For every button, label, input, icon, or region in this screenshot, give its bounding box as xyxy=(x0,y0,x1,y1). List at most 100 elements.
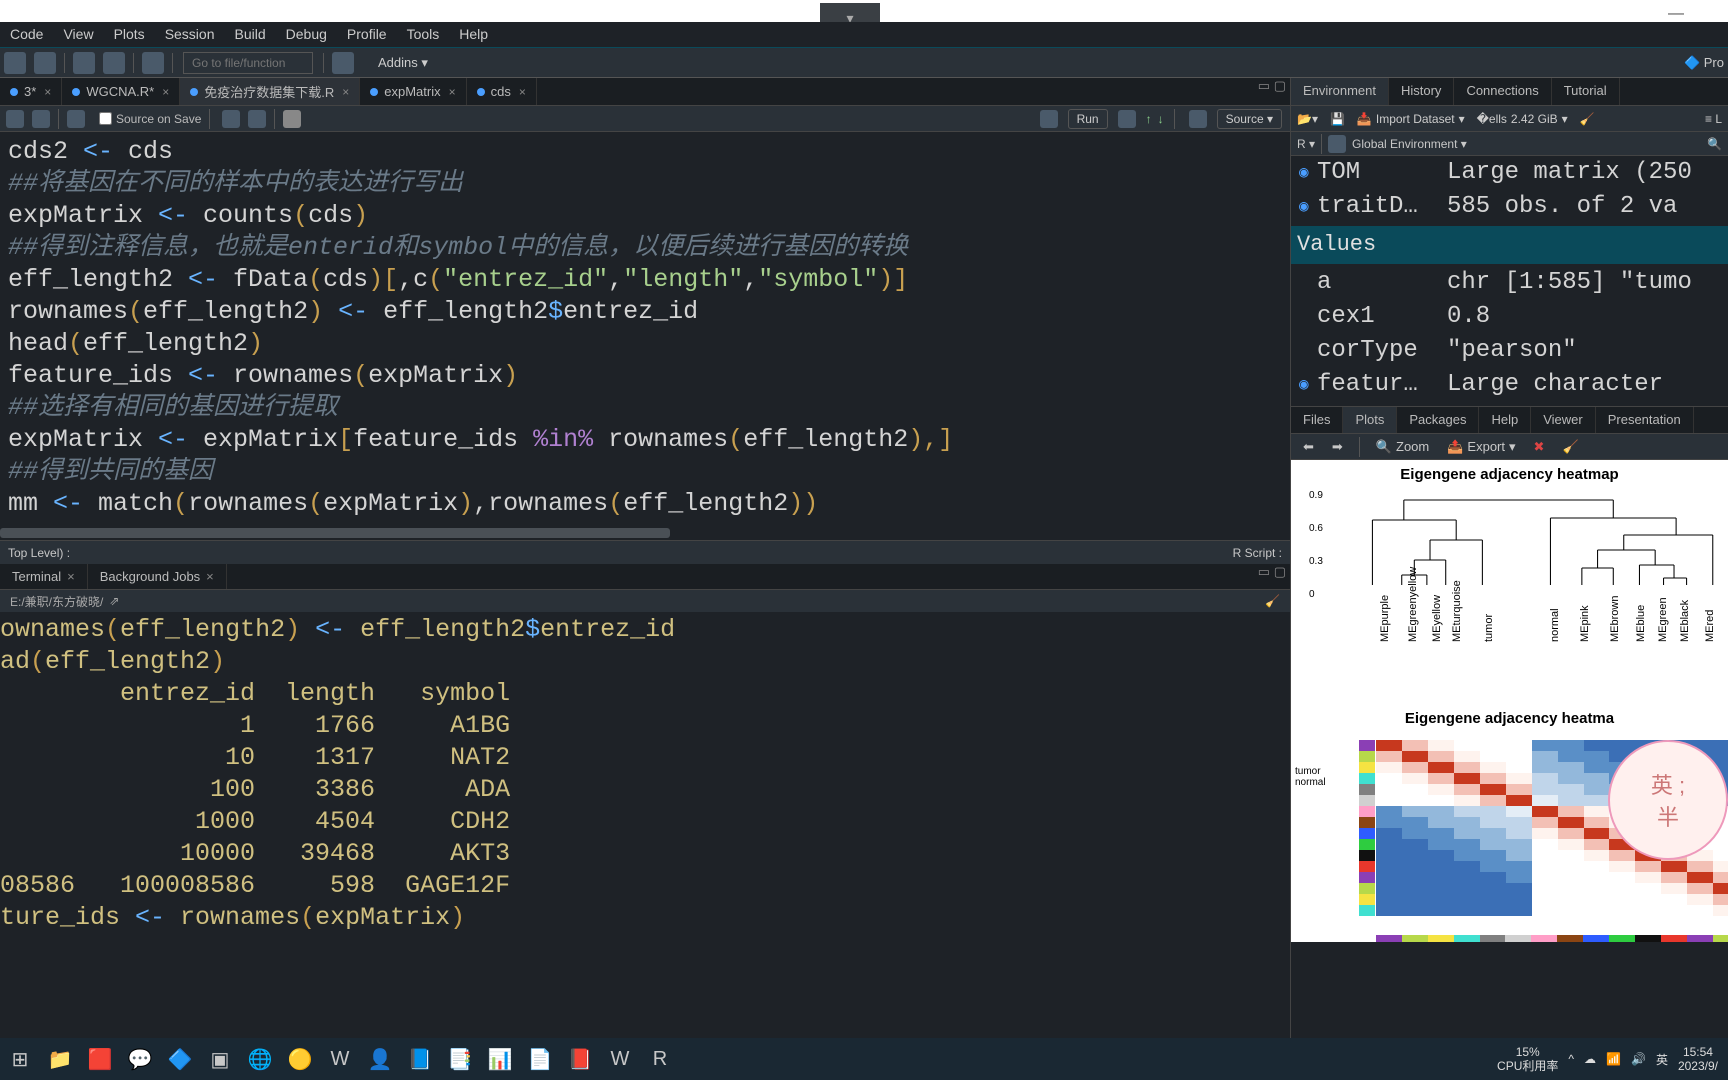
plots-tab-help[interactable]: Help xyxy=(1479,407,1531,433)
pdf-icon[interactable]: 📕 xyxy=(560,1039,600,1079)
edge-icon[interactable]: 🌐 xyxy=(240,1039,280,1079)
tray-wifi-icon[interactable]: 📶 xyxy=(1606,1052,1621,1066)
environment-scope-selector[interactable]: Global Environment ▾ xyxy=(1352,137,1467,151)
env-tab-connections[interactable]: Connections xyxy=(1454,78,1551,105)
r-version-selector[interactable]: R ▾ xyxy=(1297,137,1315,151)
menu-session[interactable]: Session xyxy=(155,22,225,46)
wps-icon[interactable]: W xyxy=(320,1039,360,1079)
env-row[interactable]: achr [1:585] "tumo xyxy=(1299,266,1720,300)
menu-code[interactable]: Code xyxy=(0,22,53,46)
source-button[interactable]: Source ▾ xyxy=(1217,109,1282,129)
tray-volume-icon[interactable]: 🔊 xyxy=(1631,1052,1646,1066)
close-tab-icon[interactable]: × xyxy=(162,85,169,99)
environment-list[interactable]: ◉TOMLarge matrix (250◉traitD…585 obs. of… xyxy=(1291,156,1728,402)
env-row[interactable]: ◉featur…Large character xyxy=(1299,368,1720,402)
plot-next-icon[interactable]: ➡ xyxy=(1326,437,1349,457)
save-icon[interactable] xyxy=(73,52,95,74)
source-tab[interactable]: WGCNA.R*× xyxy=(62,78,180,105)
export-button[interactable]: 📤 Export ▾ xyxy=(1441,437,1521,457)
run-icon[interactable] xyxy=(1040,110,1058,128)
env-tab-environment[interactable]: Environment xyxy=(1291,78,1389,105)
editor-h-scrollbar[interactable] xyxy=(0,528,1290,540)
arrow-up-icon[interactable]: ↑ xyxy=(1146,112,1152,126)
import-dataset-button[interactable]: 📥 Import Dataset ▾ xyxy=(1351,112,1471,126)
load-workspace-icon[interactable]: 📂▾ xyxy=(1291,112,1324,126)
forward-icon[interactable] xyxy=(32,110,50,128)
app-icon-4[interactable]: 📑 xyxy=(440,1039,480,1079)
back-icon[interactable] xyxy=(6,110,24,128)
menu-help[interactable]: Help xyxy=(449,22,498,46)
goto-file-input[interactable] xyxy=(183,52,313,74)
scope-indicator[interactable]: Top Level) : xyxy=(8,546,70,560)
maximize-pane-icon[interactable]: ▢ xyxy=(1274,78,1286,93)
close-tab-icon[interactable]: × xyxy=(44,85,51,99)
rerun-icon[interactable] xyxy=(1118,110,1136,128)
explorer-icon[interactable]: 📁 xyxy=(40,1039,80,1079)
source-on-save-checkbox[interactable] xyxy=(99,112,112,125)
env-tab-tutorial[interactable]: Tutorial xyxy=(1552,78,1620,105)
menu-debug[interactable]: Debug xyxy=(276,22,337,46)
close-tab-icon[interactable]: × xyxy=(449,85,456,99)
avatar-icon[interactable]: 👤 xyxy=(360,1039,400,1079)
source-tab[interactable]: expMatrix× xyxy=(360,78,466,105)
env-search-icon[interactable]: 🔍 xyxy=(1707,137,1722,151)
memory-usage[interactable]: �ells 2.42 GiB ▾ xyxy=(1471,112,1574,126)
console-tab[interactable]: Background Jobs × xyxy=(88,564,227,589)
notebook-icon[interactable] xyxy=(283,110,301,128)
source-tab[interactable]: 免疫治疗数据集下载.R× xyxy=(180,78,360,105)
env-row[interactable]: cex10.8 xyxy=(1299,300,1720,334)
project-menu[interactable]: 🔷 Pro xyxy=(1684,55,1724,71)
print-icon[interactable] xyxy=(142,52,164,74)
console-clear-icon[interactable]: 🧹 xyxy=(1265,594,1280,608)
file-type-indicator[interactable]: R Script : xyxy=(1233,546,1282,560)
app-icon-3[interactable]: ▣ xyxy=(200,1039,240,1079)
close-tab-icon[interactable]: × xyxy=(519,85,526,99)
remove-plot-icon[interactable]: ✖ xyxy=(1528,437,1551,457)
close-tab-icon[interactable]: × xyxy=(67,569,75,584)
menu-view[interactable]: View xyxy=(53,22,103,46)
source-tab[interactable]: 3*× xyxy=(0,78,62,105)
run-button[interactable]: Run xyxy=(1068,109,1108,129)
close-tab-icon[interactable]: × xyxy=(206,569,214,584)
save-workspace-icon[interactable]: 💾 xyxy=(1324,112,1351,126)
env-row[interactable]: corType"pearson" xyxy=(1299,334,1720,368)
maximize-pane-icon[interactable]: ▢ xyxy=(1274,564,1286,579)
new-file-icon[interactable] xyxy=(4,52,26,74)
chrome-icon[interactable]: 🟡 xyxy=(280,1039,320,1079)
menu-plots[interactable]: Plots xyxy=(104,22,155,46)
app-icon-7[interactable]: W xyxy=(600,1039,640,1079)
list-view-icon[interactable]: ≡ L xyxy=(1699,112,1728,126)
tray-chevron-icon[interactable]: ^ xyxy=(1568,1052,1574,1066)
plots-tab-files[interactable]: Files xyxy=(1291,407,1343,433)
source-tab[interactable]: cds× xyxy=(467,78,537,105)
broom-icon[interactable]: 🧹 xyxy=(1574,112,1601,126)
addins-menu[interactable]: Addins ▾ xyxy=(378,55,428,71)
save-source-icon[interactable] xyxy=(67,110,85,128)
plots-tab-plots[interactable]: Plots xyxy=(1343,407,1397,433)
source-doc-icon[interactable] xyxy=(1189,110,1207,128)
env-row[interactable]: ◉traitD…585 obs. of 2 va xyxy=(1299,190,1720,224)
clock[interactable]: 15:542023/9/ xyxy=(1678,1045,1718,1073)
app-icon-1[interactable]: 🟥 xyxy=(80,1039,120,1079)
app-icon-5[interactable]: 📊 xyxy=(480,1039,520,1079)
tray-ime-icon[interactable]: 英 xyxy=(1656,1051,1668,1068)
open-file-icon[interactable] xyxy=(34,52,56,74)
console-tab[interactable]: Terminal × xyxy=(0,564,88,589)
menu-build[interactable]: Build xyxy=(225,22,276,46)
app-icon-2[interactable]: 🔷 xyxy=(160,1039,200,1079)
cpu-meter[interactable]: 15%CPU利用率 xyxy=(1497,1045,1558,1073)
rstudio-icon[interactable]: R xyxy=(640,1039,680,1079)
minimize-pane-icon[interactable]: ▭ xyxy=(1258,78,1270,93)
save-all-icon[interactable] xyxy=(103,52,125,74)
windows-taskbar[interactable]: ⊞ 📁 🟥 💬 🔷 ▣ 🌐 🟡 W 👤 📘 📑 📊 📄 📕 W R 15%CPU… xyxy=(0,1038,1728,1080)
console-output[interactable]: ownames(eff_length2) <- eff_length2$entr… xyxy=(0,612,1290,957)
minimize-pane-icon[interactable]: ▭ xyxy=(1258,564,1270,579)
wand-icon[interactable] xyxy=(222,110,240,128)
zoom-button[interactable]: 🔍 Zoom xyxy=(1370,437,1435,457)
menu-profile[interactable]: Profile xyxy=(337,22,397,46)
compile-icon[interactable] xyxy=(248,110,266,128)
close-tab-icon[interactable]: × xyxy=(342,85,349,99)
grid-icon[interactable] xyxy=(332,52,354,74)
plot-prev-icon[interactable]: ⬅ xyxy=(1297,437,1320,457)
tray-cloud-icon[interactable]: ☁ xyxy=(1584,1052,1596,1066)
